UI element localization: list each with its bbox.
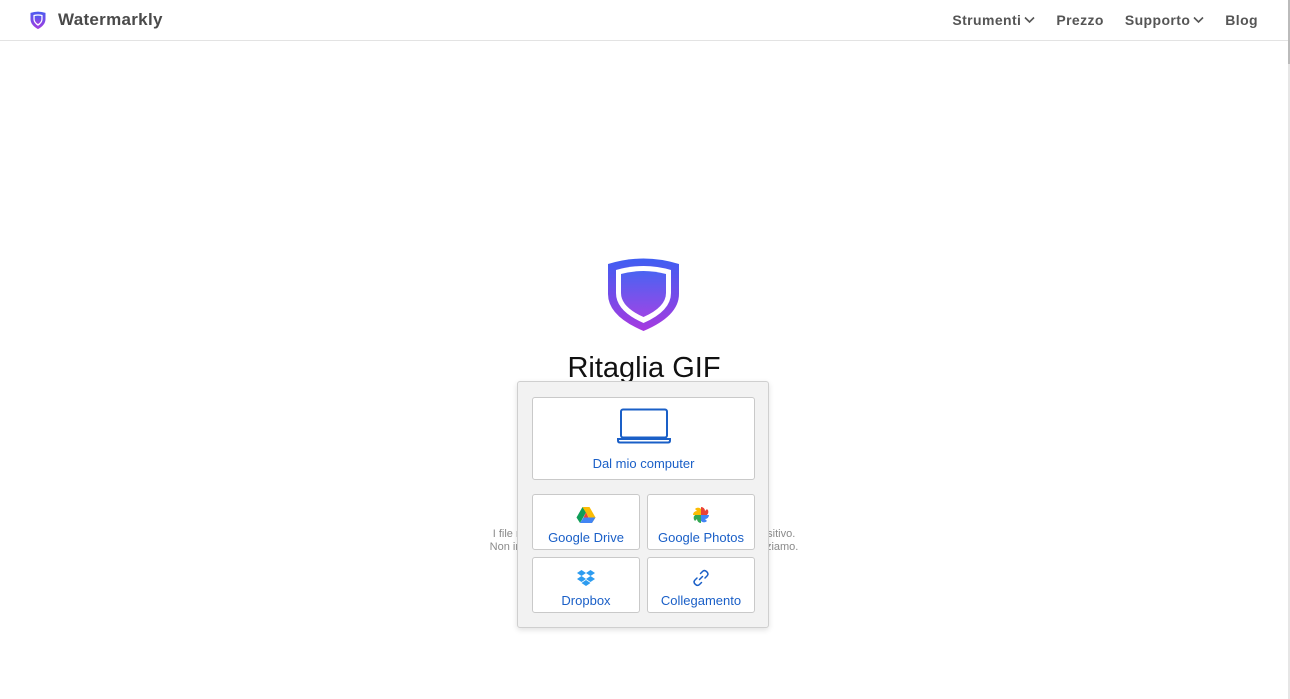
nav-label: Supporto	[1124, 12, 1191, 28]
upload-from-google-drive-button[interactable]: Google Drive	[532, 494, 640, 550]
option-label: Google Drive	[548, 530, 624, 545]
upload-from-computer-button[interactable]: Dal mio computer	[532, 397, 755, 480]
google-drive-icon	[576, 507, 596, 523]
top-navbar: Watermarkly Strumenti Prezzo Supporto Bl…	[0, 0, 1288, 41]
nav-label: Blog	[1225, 12, 1258, 28]
upload-source-menu: Dal mio computer Google Drive Google Pho…	[517, 381, 769, 628]
shield-logo-icon	[30, 11, 46, 30]
nav-label: Strumenti	[952, 12, 1022, 28]
nav-label: Prezzo	[1056, 12, 1104, 28]
option-label: Dropbox	[561, 593, 611, 608]
option-label: Collegamento	[660, 593, 742, 608]
nav-blog[interactable]: Blog	[1225, 12, 1258, 28]
chevron-down-icon	[1024, 16, 1035, 24]
nav-prezzo[interactable]: Prezzo	[1056, 12, 1104, 28]
brand-link[interactable]: Watermarkly	[28, 10, 163, 30]
brand-name: Watermarkly	[58, 10, 163, 29]
nav-strumenti[interactable]: Strumenti	[952, 12, 1035, 28]
page: Watermarkly Strumenti Prezzo Supporto Bl…	[0, 0, 1290, 699]
laptop-icon	[616, 408, 671, 444]
dropbox-icon	[577, 570, 595, 586]
upload-from-google-photos-button[interactable]: Google Photos	[647, 494, 755, 550]
option-label: Dal mio computer	[592, 456, 695, 471]
google-photos-icon	[693, 507, 709, 523]
upload-from-dropbox-button[interactable]: Dropbox	[532, 557, 640, 613]
upload-from-link-button[interactable]: Collegamento	[647, 557, 755, 613]
link-icon	[693, 569, 709, 587]
chevron-down-icon	[1193, 16, 1204, 24]
option-label: Google Photos	[657, 530, 744, 545]
shield-logo-icon	[608, 258, 679, 331]
main-nav: Strumenti Prezzo Supporto Blog	[952, 12, 1258, 28]
nav-supporto[interactable]: Supporto	[1125, 12, 1204, 28]
